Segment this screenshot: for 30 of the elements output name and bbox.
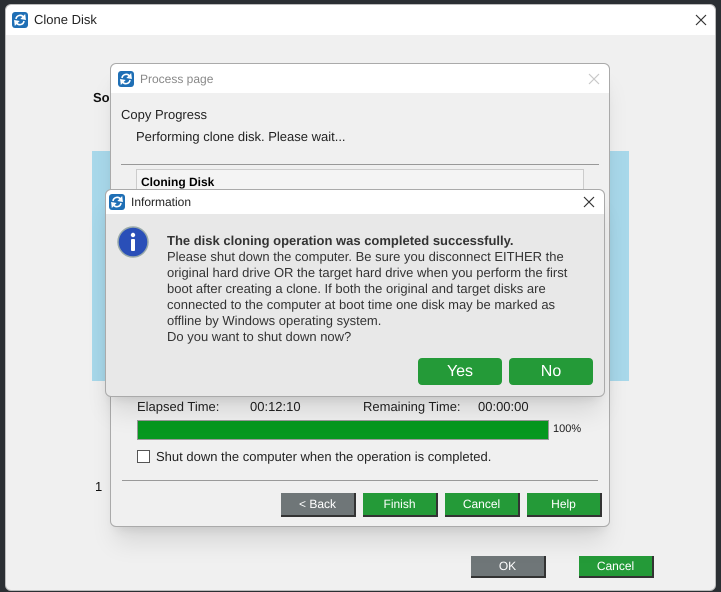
- remaining-time: 00:00:00: [478, 398, 529, 416]
- status-text: Performing clone disk. Please wait...: [135, 128, 347, 146]
- section-label: So: [93, 89, 110, 107]
- dialog-button[interactable]: Help: [527, 493, 602, 517]
- app-logo-icon: [109, 194, 125, 210]
- close-icon[interactable]: [583, 196, 595, 208]
- disk-label: 1: [95, 478, 102, 496]
- info-icon: [117, 226, 149, 258]
- message: Please shut down the computer. Be sure you disconnect EITHER the original hard drive OR the target hard drive when you perform the first boot after creating a clone. If both the original and target disks are connected to the computer at boot time one disk may be marked as offline by Windows operating system.: [167, 249, 568, 329]
- question: Do you want to shut down now?: [167, 329, 352, 345]
- dialog-button[interactable]: Finish: [363, 493, 438, 517]
- yes-button[interactable]: Yes: [418, 358, 502, 385]
- window-title: Process page: [140, 70, 214, 88]
- headline: The disk cloning operation was completed successfully.: [167, 233, 515, 249]
- progress-reading: 100%: [553, 422, 582, 438]
- elapsed-label: Elapsed Time:: [137, 398, 220, 416]
- no-button[interactable]: No: [509, 358, 593, 385]
- dialog-title: Information: [131, 194, 192, 211]
- progress-heading: Copy Progress: [121, 106, 208, 124]
- app-logo-icon: [12, 12, 28, 28]
- app-logo-icon: [118, 70, 134, 86]
- close-icon[interactable]: [695, 14, 707, 26]
- window-title: Clone Disk: [34, 11, 97, 30]
- remaining-label: Remaining Time:: [363, 398, 462, 416]
- dialog-button[interactable]: Cancel: [445, 493, 520, 517]
- checkbox-label: Shut down the computer when the operation is completed.: [156, 448, 492, 466]
- cancel-button[interactable]: Cancel: [579, 556, 654, 578]
- elapsed-time: 00:12:10: [250, 398, 302, 416]
- checkbox[interactable]: [137, 450, 150, 463]
- group-title: Cloning Disk: [141, 175, 214, 189]
